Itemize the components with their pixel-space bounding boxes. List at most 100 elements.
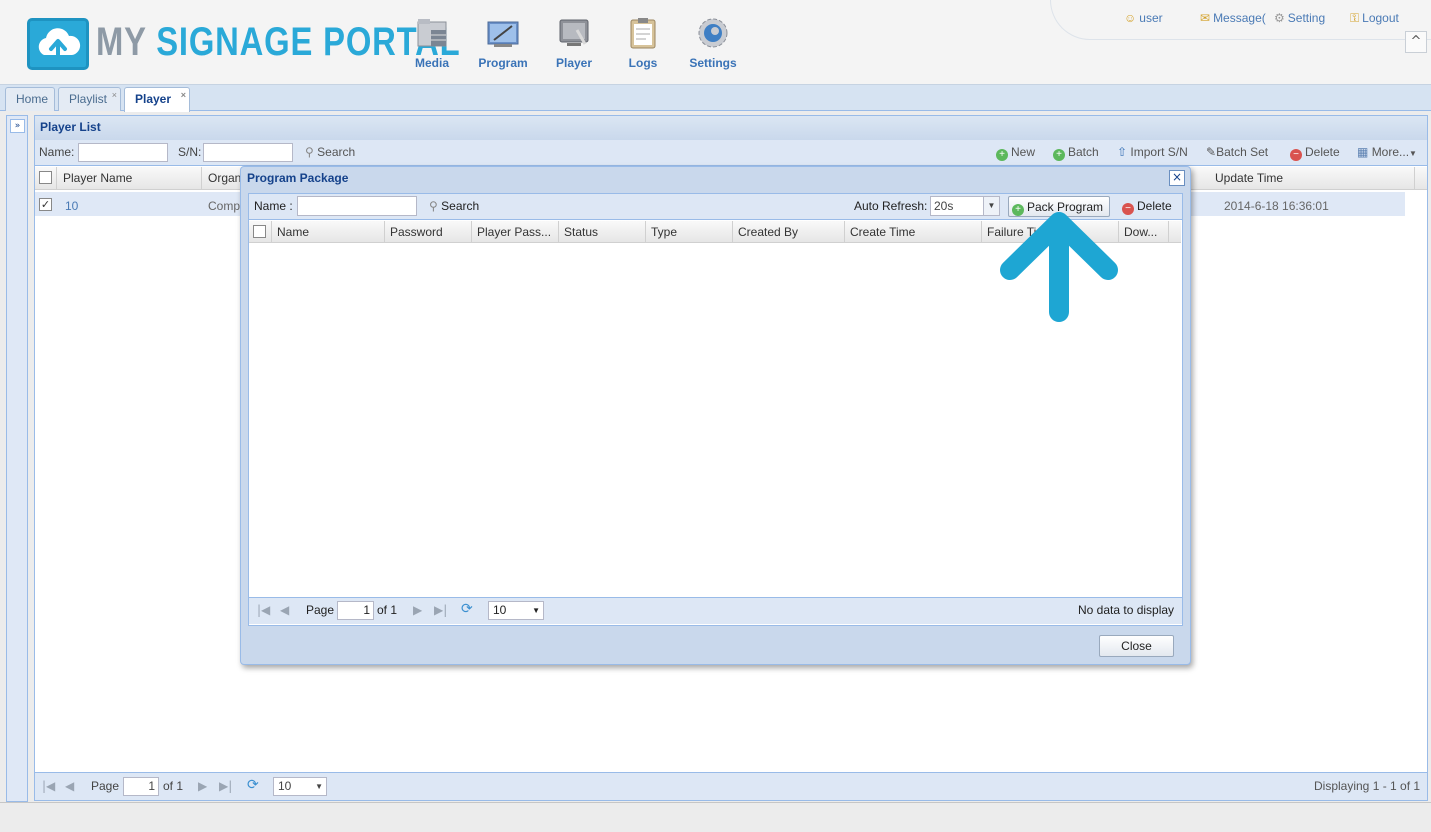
next-page-icon[interactable]: ▶ bbox=[413, 603, 422, 617]
dialog-select-all-checkbox[interactable] bbox=[253, 225, 266, 238]
name-input[interactable] bbox=[78, 143, 168, 162]
new-label: New bbox=[1011, 145, 1036, 159]
tab-close-icon[interactable]: × bbox=[112, 90, 117, 100]
refresh-icon[interactable]: ⟳ bbox=[461, 601, 473, 617]
dialog-page-size-select[interactable]: 10 ▼ bbox=[488, 601, 544, 620]
first-page-icon[interactable]: |◀ bbox=[42, 779, 55, 793]
search-button[interactable]: ⚲ Search bbox=[305, 145, 355, 159]
tab-playlist[interactable]: Playlist × bbox=[58, 87, 121, 111]
prev-page-icon[interactable]: ◀ bbox=[65, 779, 74, 793]
tab-player-label: Player bbox=[135, 92, 172, 106]
envelope-icon: ✉ bbox=[1200, 11, 1211, 25]
page-size-value: 10 bbox=[278, 779, 292, 793]
column-status[interactable]: Status bbox=[559, 221, 646, 243]
arrow-up-icon bbox=[1000, 208, 1120, 323]
key-icon: ⚿ bbox=[1350, 11, 1360, 25]
batch-label: Batch bbox=[1068, 145, 1099, 159]
column-password[interactable]: Password bbox=[385, 221, 472, 243]
setting-link[interactable]: ⚙ Setting bbox=[1274, 11, 1325, 25]
user-icon: ☺ bbox=[1124, 11, 1137, 25]
chevron-up-icon: ^ bbox=[1410, 34, 1422, 49]
page-size-select[interactable]: 10 ▼ bbox=[273, 777, 327, 796]
dialog-page-size-value: 10 bbox=[493, 603, 507, 617]
delete-label: Delete bbox=[1305, 145, 1340, 159]
message-link[interactable]: ✉ Message( bbox=[1200, 11, 1266, 25]
dialog-name-input[interactable] bbox=[297, 196, 417, 216]
page-label: Page bbox=[91, 779, 120, 793]
auto-refresh-label: Auto Refresh: bbox=[854, 199, 928, 213]
expand-west-button[interactable]: » bbox=[10, 119, 25, 133]
row-player-name: 10 bbox=[65, 199, 79, 213]
dialog-select-all-header[interactable] bbox=[249, 221, 272, 243]
nav-media[interactable]: Media bbox=[397, 16, 467, 70]
first-page-icon[interactable]: |◀ bbox=[257, 603, 270, 617]
import-icon: ⇧ bbox=[1117, 145, 1128, 159]
close-button[interactable]: Close bbox=[1099, 635, 1174, 657]
dialog-page-input[interactable]: 1 bbox=[337, 601, 374, 620]
new-button[interactable]: + New bbox=[996, 145, 1035, 161]
column-player-password[interactable]: Player Pass... bbox=[472, 221, 559, 243]
panel-title: Player List bbox=[35, 116, 1427, 140]
tab-playlist-label: Playlist bbox=[69, 92, 108, 106]
nav-settings-label: Settings bbox=[689, 56, 737, 70]
auto-refresh-value: 20s bbox=[934, 199, 954, 213]
logs-icon bbox=[626, 16, 660, 50]
row-checkbox[interactable]: ✓ bbox=[39, 198, 52, 211]
add-icon: + bbox=[996, 149, 1008, 161]
remove-icon: − bbox=[1290, 149, 1302, 161]
remove-icon: − bbox=[1122, 203, 1134, 215]
player-list-pager bbox=[35, 772, 1427, 800]
auto-refresh-select[interactable]: 20s ▼ bbox=[930, 196, 1000, 216]
caret-down-icon: ▼ bbox=[1409, 149, 1417, 158]
nav-logs[interactable]: Logs bbox=[608, 16, 678, 70]
displaying-text: Displaying 1 - 1 of 1 bbox=[1314, 779, 1421, 793]
tab-close-icon[interactable]: × bbox=[181, 90, 186, 100]
tab-player[interactable]: Player × bbox=[124, 87, 190, 112]
dialog-of-pages-label: of 1 bbox=[377, 603, 398, 617]
sn-label: S/N: bbox=[178, 145, 202, 159]
batch-set-label: Batch Set bbox=[1216, 145, 1269, 159]
select-all-checkbox[interactable] bbox=[39, 171, 52, 184]
column-created-by[interactable]: Created By bbox=[733, 221, 845, 243]
tab-home[interactable]: Home bbox=[5, 87, 55, 111]
no-data-text: No data to display bbox=[1078, 603, 1175, 617]
nav-program[interactable]: Program bbox=[468, 16, 538, 70]
media-icon bbox=[415, 16, 449, 50]
next-page-icon[interactable]: ▶ bbox=[198, 779, 207, 793]
column-update-time[interactable]: Update Time bbox=[1209, 167, 1415, 190]
refresh-icon[interactable]: ⟳ bbox=[247, 777, 259, 793]
more-button[interactable]: ▦ More...▼ bbox=[1357, 145, 1417, 159]
import-sn-button[interactable]: ⇧ Import S/N bbox=[1117, 145, 1188, 159]
column-type[interactable]: Type bbox=[646, 221, 733, 243]
row-organ: Comp bbox=[208, 199, 241, 213]
user-link[interactable]: ☺ user bbox=[1124, 11, 1163, 25]
player-icon bbox=[557, 16, 591, 50]
column-create-time[interactable]: Create Time bbox=[845, 221, 982, 243]
dialog-search-button[interactable]: ⚲ Search bbox=[429, 199, 479, 213]
column-name[interactable]: Name bbox=[272, 221, 385, 243]
import-label: Import S/N bbox=[1130, 145, 1188, 159]
logout-link[interactable]: ⚿ Logout bbox=[1350, 11, 1399, 26]
nav-player[interactable]: Player bbox=[539, 16, 609, 70]
dialog-delete-button[interactable]: − Delete bbox=[1122, 199, 1172, 215]
dialog-page-label: Page bbox=[306, 603, 335, 617]
select-all-header[interactable] bbox=[35, 167, 57, 190]
last-page-icon[interactable]: ▶| bbox=[434, 603, 447, 617]
column-player-name[interactable]: Player Name bbox=[57, 167, 202, 190]
page-input[interactable]: 1 bbox=[123, 777, 159, 796]
tab-bar bbox=[0, 85, 1431, 111]
caret-down-icon: ▼ bbox=[532, 606, 540, 615]
collapse-header-button[interactable]: ^ bbox=[1405, 31, 1427, 53]
dialog-close-icon[interactable]: × bbox=[1169, 170, 1185, 186]
batch-button[interactable]: + Batch bbox=[1053, 145, 1099, 161]
batch-set-button[interactable]: ✎Batch Set bbox=[1206, 145, 1268, 159]
nav-settings[interactable]: Settings bbox=[678, 16, 748, 70]
delete-button[interactable]: − Delete bbox=[1290, 145, 1340, 161]
last-page-icon[interactable]: ▶| bbox=[219, 779, 232, 793]
west-collapsed-bar: » bbox=[6, 115, 28, 802]
sn-input[interactable] bbox=[203, 143, 293, 162]
prev-page-icon[interactable]: ◀ bbox=[280, 603, 289, 617]
column-download[interactable]: Dow... bbox=[1119, 221, 1169, 243]
tab-home-label: Home bbox=[16, 92, 49, 106]
user-label: user bbox=[1139, 11, 1163, 25]
